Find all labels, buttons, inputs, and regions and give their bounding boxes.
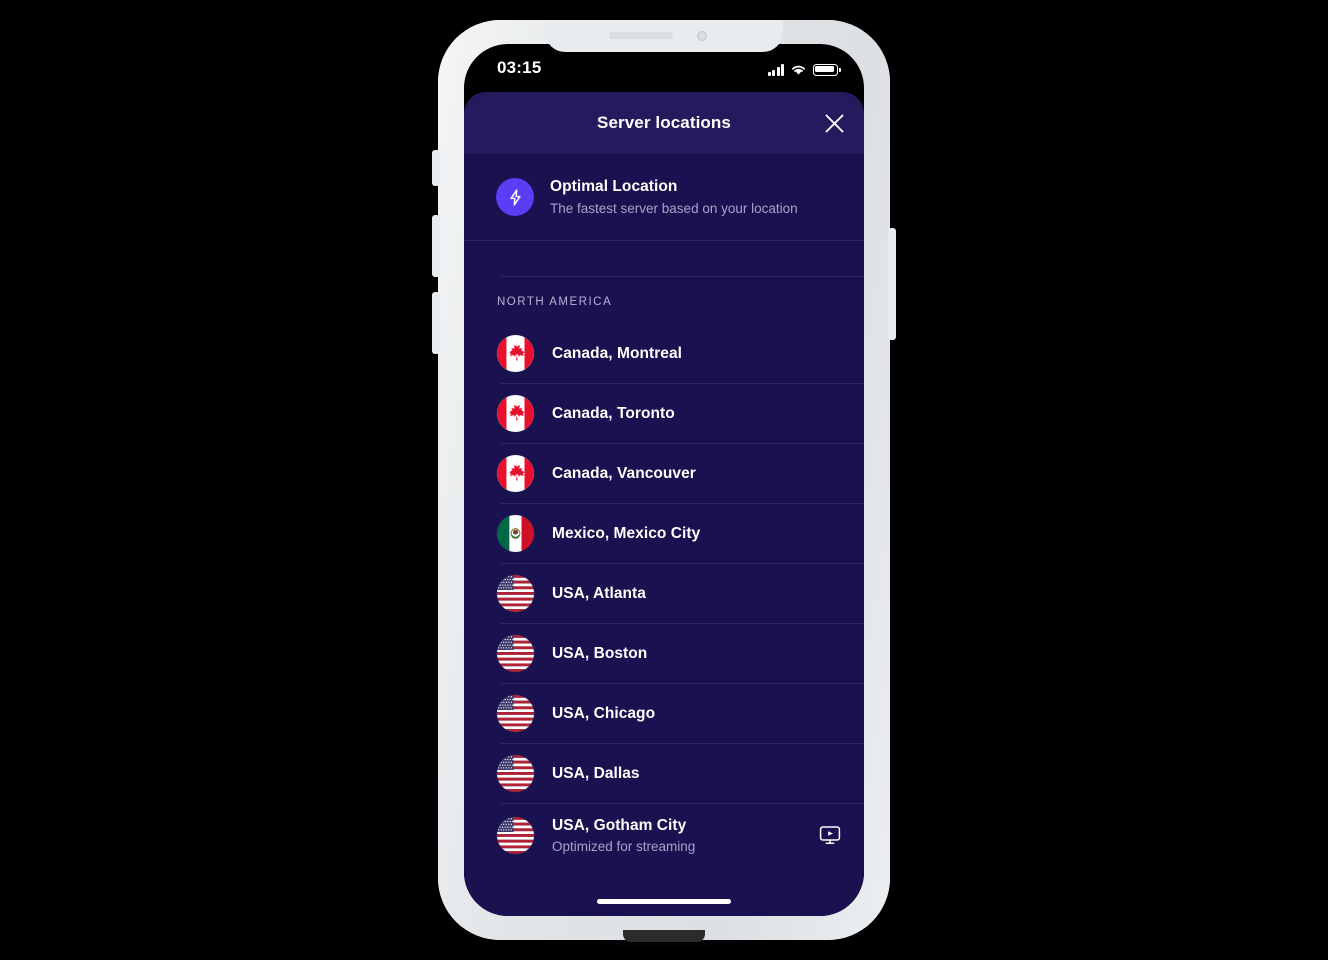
location-name: USA, Boston	[552, 644, 648, 662]
flag-canada-icon	[497, 455, 534, 492]
location-row[interactable]: USA, Boston	[464, 624, 864, 683]
status-bar-time: 03:15	[497, 58, 542, 77]
location-name: Canada, Vancouver	[552, 464, 696, 482]
location-row[interactable]: USA, Chicago	[464, 684, 864, 743]
server-location-list: Optimal Location The fastest server base…	[464, 154, 864, 916]
location-texts: USA, Chicago	[552, 705, 655, 723]
flag-usa-icon	[497, 695, 534, 732]
optimal-location-row[interactable]: Optimal Location The fastest server base…	[464, 154, 864, 240]
cellular-signal-icon	[767, 64, 784, 76]
location-row[interactable]: Canada, Toronto	[464, 384, 864, 443]
location-rows: Canada, Montreal Canada, Toronto Canada, V…	[464, 324, 864, 866]
location-name: USA, Dallas	[552, 764, 640, 782]
optimal-location-title: Optimal Location	[550, 178, 678, 195]
flag-mexico-icon	[497, 515, 534, 552]
flag-canada-icon	[497, 395, 534, 432]
location-subtitle: Optimized for streaming	[552, 838, 696, 854]
flag-usa-icon	[497, 816, 534, 854]
app-header: Server locations	[464, 92, 864, 154]
location-name: USA, Chicago	[552, 704, 656, 722]
phone-notch	[545, 20, 783, 52]
location-texts: Canada, Vancouver	[552, 465, 696, 483]
close-icon	[825, 114, 843, 132]
location-row[interactable]: USA, Gotham City Optimized for streaming	[464, 804, 864, 866]
location-name: Canada, Montreal	[552, 344, 682, 362]
flag-usa-icon	[497, 755, 534, 792]
power-button[interactable]	[888, 228, 896, 340]
home-indicator	[597, 899, 731, 904]
page-title: Server locations	[597, 113, 731, 132]
phone-screen: 03:15 Server locations Optimal Location …	[464, 44, 864, 916]
lightning-bolt-icon	[509, 188, 521, 206]
optimal-location-badge	[496, 178, 534, 216]
front-camera-icon	[697, 31, 707, 41]
close-button[interactable]	[816, 105, 852, 141]
location-row[interactable]: USA, Dallas	[464, 744, 864, 803]
location-texts: USA, Atlanta	[552, 585, 646, 603]
flag-usa-icon	[497, 575, 534, 612]
flag-canada-icon	[497, 335, 534, 372]
location-row[interactable]: Canada, Montreal	[464, 324, 864, 383]
location-name: Canada, Toronto	[552, 404, 675, 422]
streaming-badge-button[interactable]	[818, 823, 842, 847]
location-row[interactable]: Mexico, Mexico City	[464, 504, 864, 563]
location-texts: Canada, Montreal	[552, 345, 682, 363]
location-name: USA, Gotham City	[552, 816, 687, 834]
streaming-monitor-icon	[819, 826, 841, 844]
location-texts: USA, Boston	[552, 645, 647, 663]
location-row[interactable]: Canada, Vancouver	[464, 444, 864, 503]
location-name: USA, Atlanta	[552, 584, 646, 602]
earpiece-speaker	[609, 32, 673, 39]
location-row[interactable]: USA, Atlanta	[464, 564, 864, 623]
silent-switch-button[interactable]	[432, 150, 440, 186]
app-container: Server locations Optimal Location The fa…	[464, 92, 864, 916]
location-texts: USA, Dallas	[552, 765, 640, 783]
section-header-north-america: NORTH AMERICA	[497, 296, 613, 308]
wifi-icon	[792, 65, 805, 75]
volume-up-button[interactable]	[432, 215, 440, 277]
flag-usa-icon	[497, 635, 534, 672]
location-texts: USA, Gotham City Optimized for streaming	[552, 817, 695, 854]
location-name: Mexico, Mexico City	[552, 524, 701, 542]
phone-bottom-notch	[623, 930, 705, 942]
screenshot-stage: 03:15 Server locations Optimal Location …	[0, 0, 1328, 960]
optimal-location-subtitle: The fastest server based on your locatio…	[550, 201, 798, 216]
battery-icon	[813, 64, 841, 76]
optimal-location-texts: Optimal Location The fastest server base…	[550, 178, 798, 216]
volume-down-button[interactable]	[432, 292, 440, 354]
status-bar-icons	[767, 60, 841, 76]
location-texts: Mexico, Mexico City	[552, 525, 700, 543]
location-texts: Canada, Toronto	[552, 405, 675, 423]
